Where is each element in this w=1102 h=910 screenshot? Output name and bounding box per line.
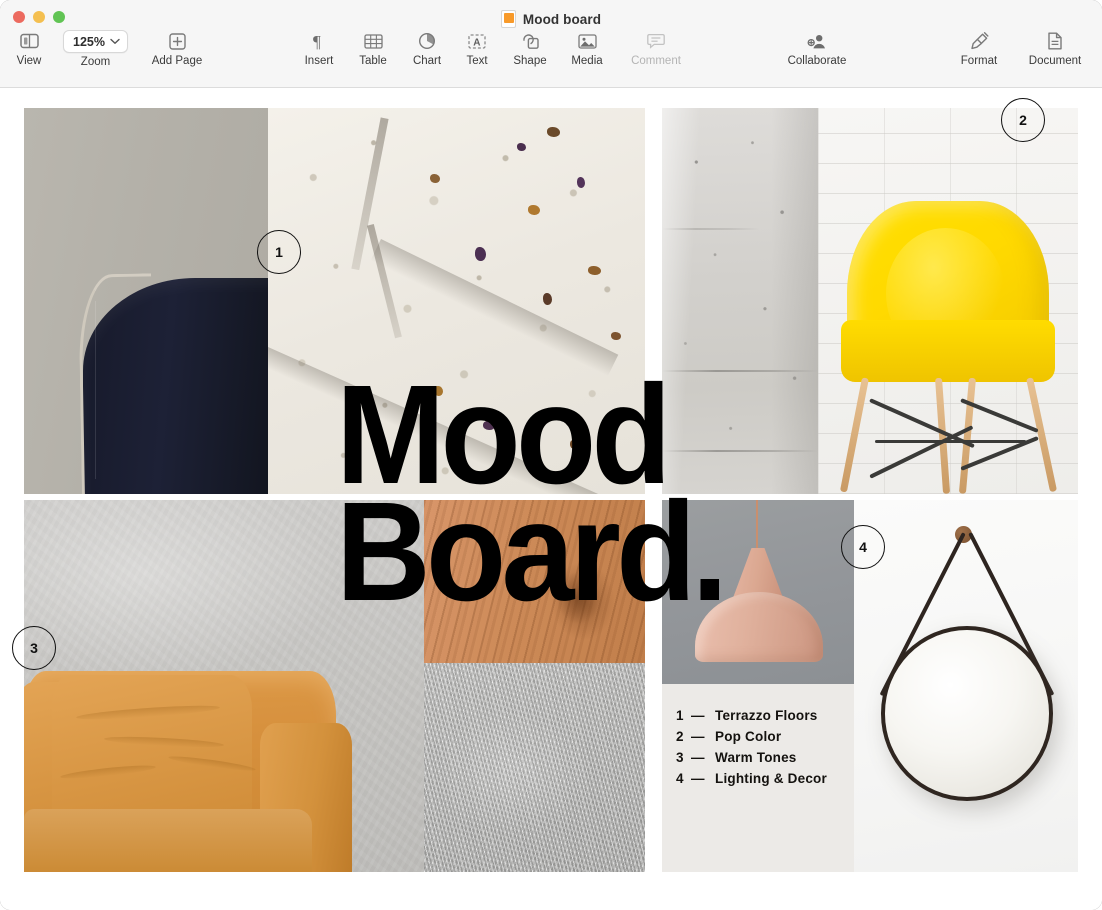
legend-dash: —	[691, 708, 715, 723]
legend-label: Terrazzo Floors	[715, 708, 818, 723]
toolbar-insert-label: Insert	[305, 55, 334, 67]
plus-square-icon	[169, 30, 186, 52]
toolbar-view-button[interactable]: View	[9, 30, 49, 67]
shapes-icon	[521, 30, 540, 52]
window-title: Mood board	[523, 12, 601, 27]
toolbar-format-button[interactable]: Format	[947, 30, 1011, 67]
legend-number: 2	[676, 729, 691, 744]
toolbar-insert-button[interactable]: ¶ Insert	[294, 30, 344, 67]
page-title: Mood Board.	[336, 376, 723, 610]
toolbar-add-page-label: Add Page	[152, 55, 203, 67]
legend-dash: —	[691, 750, 715, 765]
legend-item: 4 — Lighting & Decor	[676, 771, 827, 786]
marker-4[interactable]: 4	[841, 525, 885, 569]
legend-dash: —	[691, 729, 715, 744]
zoom-dropdown[interactable]: 125%	[63, 30, 128, 53]
mood-board-layout: Mood Board. 1 2 3 4 1 — Terrazzo Floors …	[0, 88, 1102, 910]
titlebar: Mood board	[0, 8, 1102, 30]
toolbar-comment-button[interactable]: Comment	[619, 30, 693, 67]
legend-number: 3	[676, 750, 691, 765]
legend-item: 2 — Pop Color	[676, 729, 827, 744]
toolbar-zoom-label: Zoom	[81, 56, 110, 68]
toolbar-text-button[interactable]: A Text	[454, 30, 500, 67]
document-page-icon	[1047, 30, 1063, 52]
navy-leather-chair-photo[interactable]	[24, 108, 268, 494]
zoom-value: 125%	[73, 35, 105, 49]
person-add-icon	[807, 30, 827, 52]
toolbar-media-label: Media	[571, 55, 602, 67]
toolbar: View 125% Zoom	[0, 30, 1102, 86]
toolbar-shape-label: Shape	[513, 55, 546, 67]
toolbar-shape-button[interactable]: Shape	[503, 30, 557, 67]
grey-shag-rug-photo[interactable]	[424, 663, 645, 872]
round-strap-mirror-photo[interactable]	[854, 500, 1078, 872]
legend-item: 1 — Terrazzo Floors	[676, 708, 827, 723]
chevron-down-icon	[110, 38, 120, 45]
toolbar-text-label: Text	[466, 55, 487, 67]
pages-document-icon	[501, 10, 516, 28]
toolbar-comment-label: Comment	[631, 55, 681, 67]
legend-label: Lighting & Decor	[715, 771, 827, 786]
table-grid-icon	[364, 30, 383, 52]
toolbar-collaborate-button[interactable]: Collaborate	[772, 30, 862, 67]
legend-number: 4	[676, 771, 691, 786]
sidebar-icon	[20, 30, 39, 52]
legend-dash: —	[691, 771, 715, 786]
toolbar-collaborate-label: Collaborate	[788, 55, 847, 67]
legend-list: 1 — Terrazzo Floors 2 — Pop Color 3 — Wa…	[676, 708, 827, 792]
legend-label: Warm Tones	[715, 750, 797, 765]
document-canvas[interactable]: Mood Board. 1 2 3 4 1 — Terrazzo Floors …	[0, 88, 1102, 910]
toolbar-add-page-button[interactable]: Add Page	[141, 30, 213, 67]
legend-item: 3 — Warm Tones	[676, 750, 827, 765]
toolbar-view-label: View	[17, 55, 42, 67]
window-chrome: Mood board View 125%	[0, 0, 1102, 88]
toolbar-chart-button[interactable]: Chart	[402, 30, 452, 67]
toolbar-table-button[interactable]: Table	[348, 30, 398, 67]
legend-number: 1	[676, 708, 691, 723]
pages-window: Mood board View 125%	[0, 0, 1102, 910]
pie-chart-icon	[418, 30, 436, 52]
svg-text:A: A	[473, 37, 480, 48]
pilcrow-icon: ¶	[312, 30, 327, 52]
marker-3[interactable]: 3	[12, 626, 56, 670]
legend-label: Pop Color	[715, 729, 781, 744]
speech-bubble-icon	[647, 30, 665, 52]
toolbar-media-button[interactable]: Media	[561, 30, 613, 67]
photo-icon	[578, 30, 597, 52]
yellow-eames-chair-photo[interactable]	[818, 108, 1078, 494]
svg-text:¶: ¶	[313, 33, 321, 50]
toolbar-document-button[interactable]: Document	[1016, 30, 1094, 67]
toolbar-zoom-control[interactable]: 125% Zoom	[58, 30, 133, 68]
toolbar-chart-label: Chart	[413, 55, 441, 67]
text-box-icon: A	[468, 30, 486, 52]
toolbar-table-label: Table	[359, 55, 387, 67]
toolbar-document-label: Document	[1029, 55, 1081, 67]
paintbrush-icon	[970, 30, 989, 52]
marker-2[interactable]: 2	[1001, 98, 1045, 142]
marker-1[interactable]: 1	[257, 230, 301, 274]
toolbar-format-label: Format	[961, 55, 997, 67]
